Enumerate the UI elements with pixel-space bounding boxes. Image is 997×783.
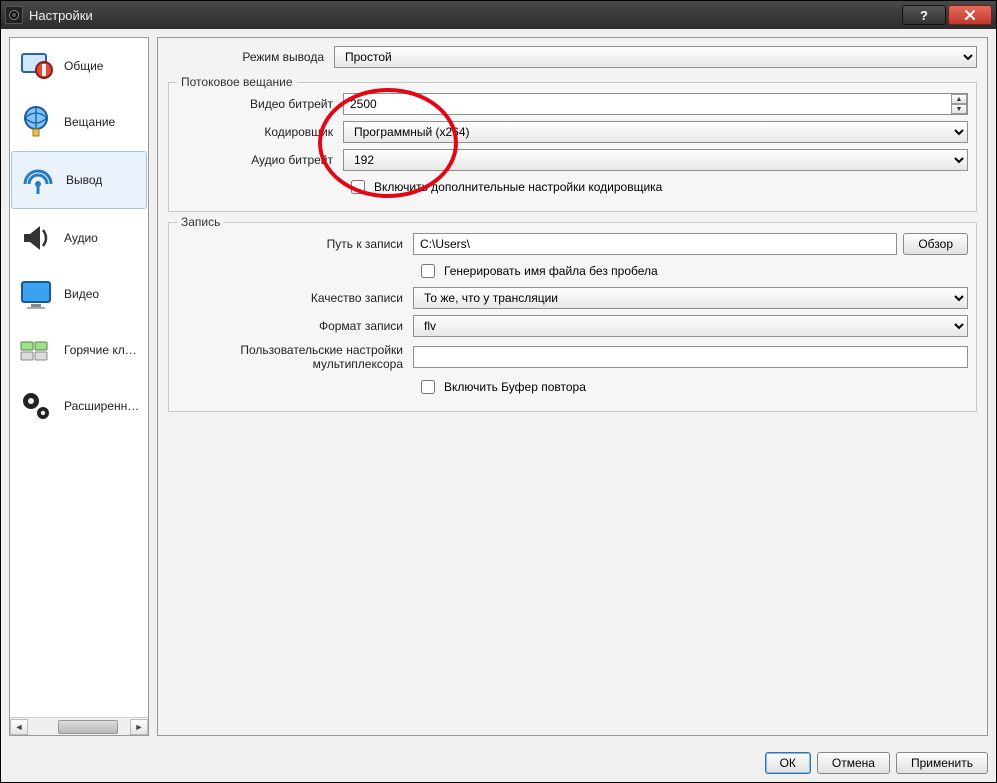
recording-group: Запись Путь к записи Обзор Генерировать …	[168, 222, 977, 412]
dialog-footer: ОК Отмена Применить	[1, 744, 996, 782]
sidebar-item-hotkeys[interactable]: Горячие кл…	[10, 322, 148, 378]
sidebar-item-output[interactable]: Вывод	[11, 151, 147, 209]
sidebar-item-audio[interactable]: Аудио	[10, 210, 148, 266]
record-quality-row: Качество записи То же, что у трансляции	[177, 287, 968, 309]
keyboard-icon	[16, 330, 56, 370]
scroll-left-icon[interactable]: ◄	[10, 719, 28, 735]
broadcast-icon	[18, 160, 58, 200]
window-controls: ?	[902, 5, 992, 25]
advanced-encoder-checkbox[interactable]	[351, 180, 365, 194]
video-bitrate-spinbox[interactable]: ▲ ▼	[343, 93, 968, 115]
record-format-select[interactable]: flv	[413, 315, 968, 337]
sidebar-item-advanced[interactable]: Расширенн…	[10, 378, 148, 434]
record-path-input[interactable]	[413, 233, 897, 255]
video-bitrate-label: Видео битрейт	[177, 97, 337, 111]
body: Общие Вещание Вывод	[1, 29, 996, 744]
encoder-select[interactable]: Программный (x264)	[343, 121, 968, 143]
sidebar-item-stream[interactable]: Вещание	[10, 94, 148, 150]
close-button[interactable]	[948, 5, 992, 25]
record-format-row: Формат записи flv	[177, 315, 968, 337]
gen-filename-checkbox[interactable]	[421, 264, 435, 278]
gen-filename-checkbox-row: Генерировать имя файла без пробела	[417, 261, 968, 281]
browse-button[interactable]: Обзор	[903, 233, 968, 255]
ok-button[interactable]: ОК	[765, 752, 811, 774]
scroll-track[interactable]	[28, 719, 130, 735]
window-title: Настройки	[29, 8, 902, 23]
sidebar-list: Общие Вещание Вывод	[10, 38, 148, 717]
streaming-group-title: Потоковое вещание	[177, 75, 297, 89]
gear-screen-icon	[16, 46, 56, 86]
spin-down-icon[interactable]: ▼	[951, 104, 967, 114]
output-mode-row: Режим вывода Простой	[168, 46, 977, 68]
advanced-encoder-checkbox-row: Включить дополнительные настройки кодиро…	[347, 177, 968, 197]
sidebar-item-general[interactable]: Общие	[10, 38, 148, 94]
titlebar: Настройки ?	[1, 1, 996, 29]
sidebar-scrollbar[interactable]: ◄ ►	[10, 717, 148, 735]
sidebar-item-label: Горячие кл…	[64, 343, 137, 357]
scroll-right-icon[interactable]: ►	[130, 719, 148, 735]
settings-window: Настройки ? Общие	[0, 0, 997, 783]
help-button[interactable]: ?	[902, 5, 946, 25]
record-quality-select[interactable]: То же, что у трансляции	[413, 287, 968, 309]
sidebar-item-label: Видео	[64, 287, 99, 301]
sidebar-item-label: Аудио	[64, 231, 98, 245]
replay-buffer-checkbox-label: Включить Буфер повтора	[444, 380, 586, 394]
audio-bitrate-select[interactable]: 192	[343, 149, 968, 171]
spin-up-icon[interactable]: ▲	[951, 94, 967, 104]
record-quality-label: Качество записи	[177, 291, 407, 305]
muxer-row: Пользовательские настройки мультиплексор…	[177, 343, 968, 371]
cancel-button[interactable]: Отмена	[817, 752, 890, 774]
sidebar-item-label: Общие	[64, 59, 103, 73]
sidebar-item-label: Вывод	[66, 173, 102, 187]
record-format-label: Формат записи	[177, 319, 407, 333]
replay-buffer-checkbox-row: Включить Буфер повтора	[417, 377, 968, 397]
output-mode-select[interactable]: Простой	[334, 46, 977, 68]
record-path-label: Путь к записи	[177, 237, 407, 251]
monitor-icon	[16, 274, 56, 314]
muxer-input[interactable]	[413, 346, 968, 368]
sidebar-item-label: Вещание	[64, 115, 115, 129]
app-icon	[5, 6, 23, 24]
replay-buffer-checkbox[interactable]	[421, 380, 435, 394]
video-bitrate-row: Видео битрейт ▲ ▼	[177, 93, 968, 115]
muxer-label: Пользовательские настройки мультиплексор…	[177, 343, 407, 371]
recording-group-title: Запись	[177, 215, 224, 229]
output-mode-label: Режим вывода	[168, 50, 328, 64]
video-bitrate-input[interactable]	[343, 93, 968, 115]
encoder-row: Кодировщик Программный (x264)	[177, 121, 968, 143]
record-path-row: Путь к записи Обзор	[177, 233, 968, 255]
apply-button[interactable]: Применить	[896, 752, 988, 774]
sidebar-item-video[interactable]: Видео	[10, 266, 148, 322]
streaming-group: Потоковое вещание Видео битрейт ▲ ▼	[168, 82, 977, 212]
sidebar: Общие Вещание Вывод	[9, 37, 149, 736]
gen-filename-checkbox-label: Генерировать имя файла без пробела	[444, 264, 658, 278]
globe-icon	[16, 102, 56, 142]
sidebar-item-label: Расширенн…	[64, 399, 139, 413]
content-pane: Режим вывода Простой Потоковое вещание В…	[157, 37, 988, 736]
gears-icon	[16, 386, 56, 426]
scroll-thumb[interactable]	[58, 720, 118, 734]
encoder-label: Кодировщик	[177, 125, 337, 139]
speaker-icon	[16, 218, 56, 258]
advanced-encoder-checkbox-label: Включить дополнительные настройки кодиро…	[374, 180, 662, 194]
audio-bitrate-label: Аудио битрейт	[177, 153, 337, 167]
audio-bitrate-row: Аудио битрейт 192	[177, 149, 968, 171]
